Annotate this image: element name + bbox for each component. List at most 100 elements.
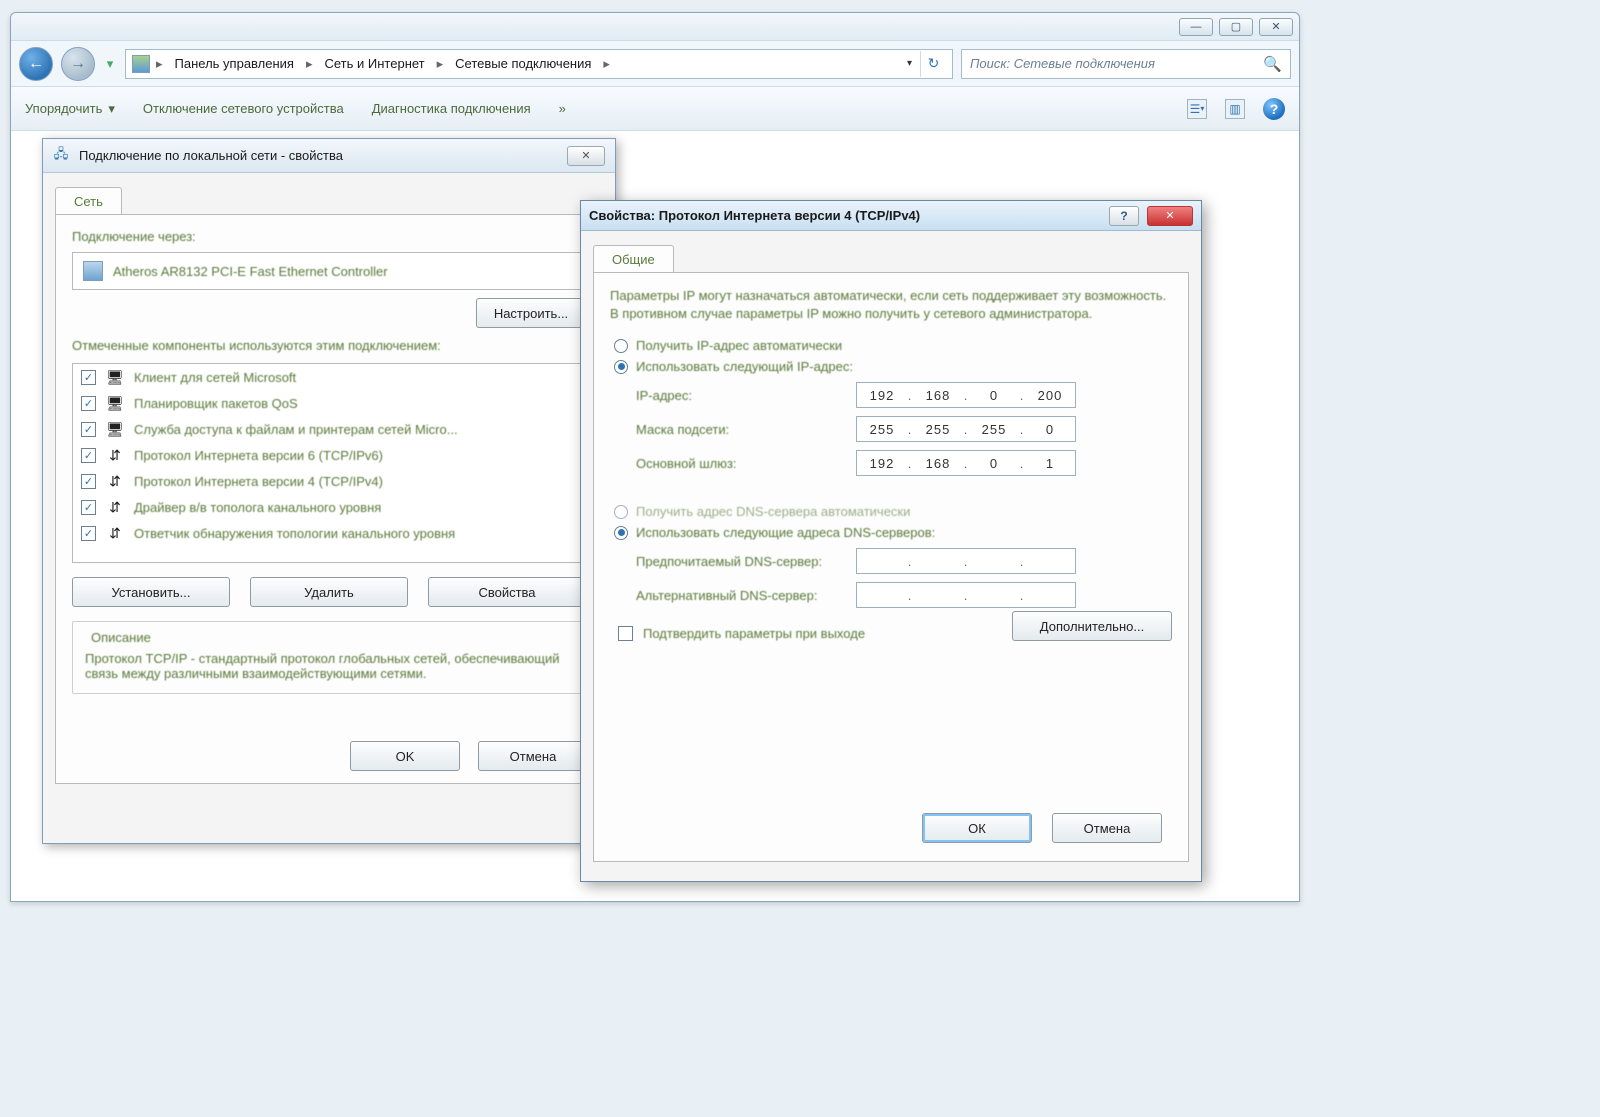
diagnose-button[interactable]: Диагностика подключения	[372, 101, 531, 116]
list-item[interactable]: ✓ ⇵ Протокол Интернета версии 4 (TCP/IPv4)	[73, 468, 585, 494]
alternate-dns-input[interactable]: ...	[856, 582, 1076, 608]
context-help-button[interactable]: ?	[1109, 206, 1139, 226]
checkbox[interactable]: ✓	[81, 474, 96, 489]
intro-text: Параметры IP могут назначаться автоматич…	[610, 287, 1172, 322]
tabset: Общие	[593, 245, 1189, 273]
alternate-dns-label: Альтернативный DNS-сервер:	[636, 588, 856, 603]
list-item[interactable]: ✓🖥Клиент для сетей Microsoft	[73, 364, 585, 390]
checkbox-label: Подтвердить параметры при выходе	[643, 626, 865, 641]
close-button[interactable]: ✕	[1147, 206, 1193, 226]
list-item[interactable]: ✓ ⇵ Драйвер в/в тополога канального уровня	[73, 494, 585, 520]
component-label: Служба доступа к файлам и принтерам сете…	[134, 422, 458, 437]
close-button[interactable]: ✕	[567, 146, 605, 166]
ip-auto-radio[interactable]: Получить IP-адрес автоматически	[614, 338, 1172, 353]
radio-icon	[614, 526, 628, 540]
computer-icon	[132, 55, 150, 73]
dns-manual-radio[interactable]: Использовать следующие адреса DNS-сервер…	[614, 525, 1172, 540]
gateway-input[interactable]: 192.168.0.1	[856, 450, 1076, 476]
ip-address-input[interactable]: 192.168.0.200	[856, 382, 1076, 408]
maximize-button[interactable]: ▢	[1219, 18, 1253, 36]
search-icon[interactable]: 🔍	[1263, 55, 1282, 73]
checkbox[interactable]: ✓	[81, 500, 96, 515]
adapter-box[interactable]: Atheros AR8132 PCI-E Fast Ethernet Contr…	[72, 252, 586, 290]
subnet-mask-input[interactable]: 255.255.255.0	[856, 416, 1076, 442]
disable-device-button[interactable]: Отключение сетевого устройства	[143, 101, 344, 116]
explorer-titlebar: — ▢ ✕	[11, 13, 1299, 41]
checkbox[interactable]: ✓	[81, 448, 96, 463]
description-title: Описание	[85, 630, 157, 645]
component-label: Драйвер в/в тополога канального уровня	[134, 500, 381, 515]
dialog-titlebar: Свойства: Протокол Интернета версии 4 (T…	[581, 201, 1201, 231]
nav-forward-button[interactable]: →	[61, 47, 95, 81]
toolbar-overflow[interactable]: »	[559, 101, 566, 116]
uninstall-button[interactable]: Удалить	[250, 577, 408, 607]
tab-body: Параметры IP могут назначаться автоматич…	[593, 272, 1189, 862]
list-item[interactable]: ✓⇵Протокол Интернета версии 6 (TCP/IPv6)	[73, 442, 585, 468]
search-placeholder: Поиск: Сетевые подключения	[970, 56, 1155, 71]
checkbox[interactable]: ✓	[81, 526, 96, 541]
dialog-title: Подключение по локальной сети - свойства	[79, 148, 557, 163]
checkbox[interactable]: ✓	[81, 422, 96, 437]
chevron-down-icon[interactable]: ▾	[905, 58, 914, 69]
dns-fields: Предпочитаемый DNS-сервер: ... Альтернат…	[636, 548, 1172, 608]
help-button[interactable]: ?	[1263, 98, 1285, 120]
cancel-button[interactable]: Отмена	[478, 741, 588, 771]
preview-pane-button[interactable]: ▥	[1225, 99, 1245, 119]
chevron-right-icon: ▸	[601, 56, 612, 72]
list-item[interactable]: ✓ 🖥 Планировщик пакетов QoS	[73, 390, 585, 416]
adapter-name: Atheros AR8132 PCI-E Fast Ethernet Contr…	[113, 264, 388, 279]
radio-label: Использовать следующие адреса DNS-сервер…	[636, 525, 935, 540]
chevron-down-icon: ▾	[108, 101, 115, 117]
checkbox[interactable]	[618, 626, 633, 641]
components-label: Отмеченные компоненты используются этим …	[72, 338, 586, 353]
component-icon: ⇵	[106, 472, 124, 490]
refresh-button[interactable]: ↻	[920, 51, 946, 77]
cancel-button[interactable]: Отмена	[1052, 813, 1162, 843]
organize-menu[interactable]: Упорядочить ▾	[25, 101, 115, 117]
close-button[interactable]: ✕	[1259, 18, 1293, 36]
advanced-button[interactable]: Дополнительно...	[1012, 611, 1172, 641]
checkbox[interactable]: ✓	[81, 396, 96, 411]
breadcrumb[interactable]: ▸ Панель управления ▸ Сеть и Интернет ▸ …	[125, 49, 953, 79]
component-label: Планировщик пакетов QoS	[134, 396, 298, 411]
chevron-right-icon: ▸	[304, 56, 315, 72]
description-group: Описание Протокол TCP/IP - стандартный п…	[72, 621, 586, 694]
install-button[interactable]: Установить...	[72, 577, 230, 607]
radio-icon	[614, 505, 628, 519]
list-item[interactable]: ✓ 🖥 Служба доступа к файлам и принтерам се…	[73, 416, 585, 442]
nav-back-button[interactable]: ←	[19, 47, 53, 81]
ip-address-label: IP-адрес:	[636, 388, 856, 403]
radio-icon	[614, 360, 628, 374]
configure-button[interactable]: Настроить...	[476, 298, 586, 328]
component-label: Протокол Интернета версии 6 (TCP/IPv6)	[134, 448, 383, 463]
component-label: Протокол Интернета версии 4 (TCP/IPv4)	[134, 474, 383, 489]
ok-button[interactable]: ОК	[922, 813, 1032, 843]
list-item[interactable]: ✓⇵Ответчик обнаружения топологии канальн…	[73, 520, 585, 546]
connect-using-label: Подключение через:	[72, 229, 586, 244]
nav-history-dropdown[interactable]: ▾	[103, 56, 117, 72]
view-options-button[interactable]: ☰▾	[1187, 99, 1207, 119]
components-list[interactable]: ✓🖥Клиент для сетей Microsoft ✓ 🖥 Планировщ…	[72, 363, 586, 563]
checkbox[interactable]: ✓	[81, 370, 96, 385]
dialog-titlebar: 🖧 Подключение по локальной сети - свойст…	[43, 139, 615, 173]
radio-label: Получить IP-адрес автоматически	[636, 338, 842, 353]
network-icon: 🖧	[53, 148, 69, 164]
properties-button[interactable]: Свойства	[428, 577, 586, 607]
preferred-dns-input[interactable]: ...	[856, 548, 1076, 574]
ok-button[interactable]: OK	[350, 741, 460, 771]
component-icon: 🖥	[106, 420, 124, 438]
search-input[interactable]: Поиск: Сетевые подключения 🔍	[961, 49, 1291, 79]
nav-row: ← → ▾ ▸ Панель управления ▸ Сеть и Интер…	[11, 41, 1299, 87]
breadcrumb-item[interactable]: Сеть и Интернет	[319, 54, 431, 73]
component-icon: ⇵	[106, 498, 124, 516]
breadcrumb-item[interactable]: Сетевые подключения	[449, 54, 597, 73]
chevron-right-icon: ▸	[435, 56, 446, 72]
minimize-button[interactable]: —	[1179, 18, 1213, 36]
preferred-dns-label: Предпочитаемый DNS-сервер:	[636, 554, 856, 569]
tab-general[interactable]: Общие	[593, 245, 674, 273]
tab-network[interactable]: Сеть	[55, 187, 122, 215]
breadcrumb-item[interactable]: Панель управления	[169, 54, 300, 73]
explorer-toolbar: Упорядочить ▾ Отключение сетевого устрой…	[11, 87, 1299, 131]
component-icon: 🖥	[106, 394, 124, 412]
ip-manual-radio[interactable]: Использовать следующий IP-адрес:	[614, 359, 1172, 374]
